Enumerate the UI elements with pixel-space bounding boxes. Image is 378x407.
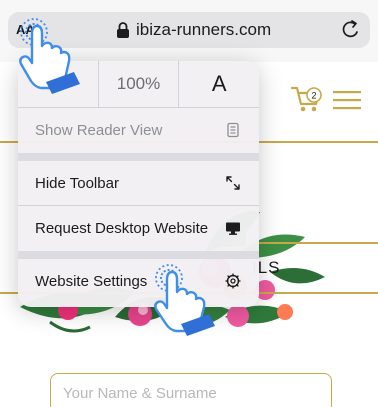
section-divider-top: [258, 242, 378, 244]
tap-hand-icon: [154, 264, 215, 336]
hide-toolbar-item[interactable]: Hide Toolbar: [18, 161, 259, 205]
menu-item-label: Show Reader View: [35, 121, 163, 139]
menu-group-separator: [18, 153, 259, 161]
url-display[interactable]: ibiza-runners.com: [116, 20, 271, 40]
reader-view-icon: [227, 122, 239, 138]
increase-text-size-button[interactable]: A: [178, 61, 259, 107]
menu-item-label: Website Settings: [35, 272, 148, 290]
zoom-level: 100%: [97, 61, 179, 107]
request-desktop-website-item[interactable]: Request Desktop Website: [18, 206, 259, 250]
cart-count: 2: [311, 91, 316, 101]
reload-icon[interactable]: [340, 18, 362, 42]
show-reader-view-item[interactable]: Show Reader View: [18, 108, 259, 152]
desktop-icon: [226, 222, 240, 235]
name-surname-input[interactable]: [50, 373, 332, 407]
cart-icon[interactable]: 2: [290, 84, 324, 114]
tap-hand-icon: [19, 18, 80, 94]
hamburger-menu-icon[interactable]: [333, 90, 361, 110]
url-text: ibiza-runners.com: [136, 20, 272, 39]
menu-item-label: Request Desktop Website: [35, 219, 209, 237]
resize-arrows-icon: [226, 176, 240, 190]
lock-icon: [117, 22, 129, 38]
menu-item-label: Hide Toolbar: [35, 174, 119, 192]
